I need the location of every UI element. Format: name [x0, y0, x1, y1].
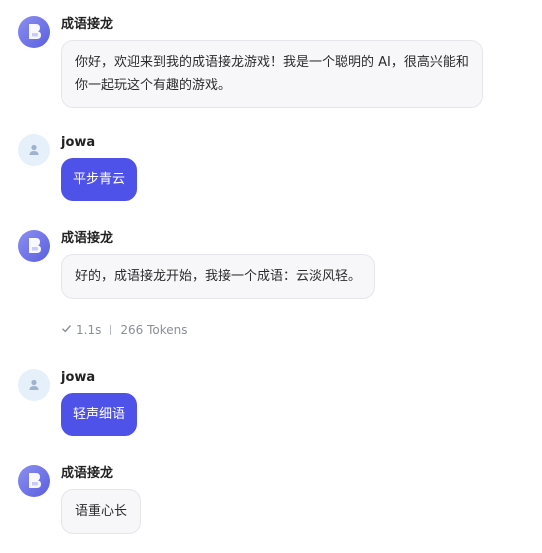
user-icon	[29, 144, 39, 155]
token-count: 266 Tokens	[120, 323, 188, 337]
sender-name: jowa	[61, 135, 96, 150]
sender-name: jowa	[61, 370, 96, 385]
message-bubble: 平步青云	[61, 158, 138, 201]
brand-logo-icon	[29, 238, 41, 253]
sender-name: 成语接龙	[61, 466, 114, 481]
message-text-line: 你一起玩这个有趣的游戏。	[75, 78, 232, 93]
check-icon	[61, 322, 72, 338]
bot-avatar	[18, 16, 50, 48]
message-bubble: 语重心长	[61, 489, 142, 534]
message-meta: 1.1s 266 Tokens	[61, 322, 187, 338]
message-text-line: 你好，欢迎来到我的成语接龙游戏！我是一个聪明的 AI，很高兴能和	[75, 55, 469, 70]
brand-logo-icon	[29, 473, 41, 488]
meta-divider	[110, 325, 112, 335]
response-duration: 1.1s	[76, 323, 102, 337]
bot-avatar	[18, 465, 50, 497]
chat-thread: 成语接龙 你好，欢迎来到我的成语接龙游戏！我是一个聪明的 AI，很高兴能和 你一…	[0, 0, 542, 553]
sender-name: 成语接龙	[61, 231, 114, 246]
user-avatar	[18, 369, 50, 401]
message-bubble: 好的，成语接龙开始，我接一个成语：云淡风轻。	[61, 254, 376, 299]
user-icon	[29, 379, 39, 390]
user-avatar	[18, 134, 50, 166]
brand-logo-icon	[29, 24, 41, 39]
sender-name: 成语接龙	[61, 17, 114, 32]
message-bubble: 你好，欢迎来到我的成语接龙游戏！我是一个聪明的 AI，很高兴能和 你一起玩这个有…	[61, 40, 483, 108]
bot-avatar	[18, 230, 50, 262]
message-bubble: 轻声细语	[61, 393, 138, 436]
